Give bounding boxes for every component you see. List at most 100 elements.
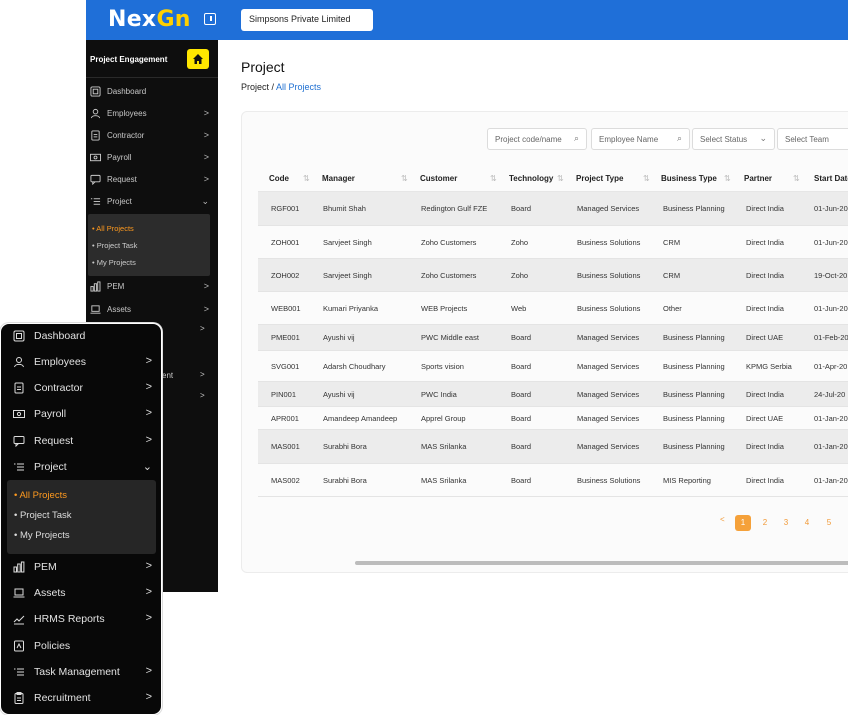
payroll-icon — [13, 410, 25, 418]
table-row[interactable]: PME001 Ayushi vij PWC Middle east Board Mana… — [258, 325, 848, 351]
table-row[interactable]: SVG001 Adarsh Choudhary Sports vision Board… — [258, 351, 848, 382]
breadcrumb: Project / All Projects — [241, 82, 321, 92]
breadcrumb-current[interactable]: All Projects — [276, 82, 321, 92]
column-header-partner[interactable]: Partner — [744, 174, 772, 183]
cell-project-type: Business Solutions — [577, 270, 641, 280]
table-row[interactable]: PIN001 Ayushi vij PWC India Board Managed Se… — [258, 382, 848, 407]
home-button[interactable] — [187, 49, 209, 69]
sidebar-item-contractor[interactable]: Contractor > — [86, 127, 218, 145]
cell-customer: Sports vision — [421, 361, 464, 371]
submenu-project-task[interactable]: • Project Task — [92, 241, 137, 250]
sort-icon[interactable]: ⇅ — [303, 174, 310, 183]
cell-start-date: 01-Feb-20 — [814, 333, 848, 342]
column-header-business-type[interactable]: Business Type — [661, 174, 717, 183]
cell-technology: Zoho — [511, 237, 529, 247]
menu-item-employees[interactable]: Employees > — [1, 351, 161, 373]
sidebar-item-dashboard[interactable]: Dashboard — [86, 83, 218, 101]
cell-customer: WEB Projects — [421, 303, 468, 313]
menu-item-label: Recruitment — [34, 692, 91, 704]
page-button[interactable]: 5 — [821, 515, 837, 531]
menu-item-request[interactable]: Request > — [1, 430, 161, 452]
cell-manager: Ayushi vij — [323, 333, 355, 342]
nexgn-logo[interactable]: NexGn — [108, 7, 191, 32]
sort-icon[interactable]: ⇅ — [401, 174, 408, 183]
cell-technology: Board — [511, 475, 532, 485]
search-icon: ⌕ — [676, 133, 682, 143]
sort-icon[interactable]: ⇅ — [643, 174, 650, 183]
cell-manager: Kumari Priyanka — [323, 303, 379, 313]
menu-item-pem[interactable]: PEM > — [1, 556, 161, 578]
chevron-right-icon: > — [145, 434, 152, 446]
menu-item-label: HRMS Reports — [34, 613, 105, 625]
table-row[interactable]: MAS001 Surabhi Bora MAS Srilanka Board Manag… — [258, 430, 848, 464]
column-header-customer[interactable]: Customer — [420, 174, 457, 183]
cell-project-type: Managed Services — [577, 204, 640, 213]
column-header-code[interactable]: Code — [269, 174, 289, 183]
sidebar-item-employees[interactable]: Employees > — [86, 105, 218, 123]
table-row[interactable]: APR001 Amandeep Amandeep Apprel Group Board… — [258, 407, 848, 430]
column-header-project-type[interactable]: Project Type — [576, 174, 623, 183]
menu-item-project[interactable]: Project ⌄ — [1, 456, 161, 478]
sidebar-item-assets[interactable]: Assets > — [86, 301, 218, 319]
menu-item-assets[interactable]: Assets > — [1, 582, 161, 604]
sort-icon[interactable]: ⇅ — [490, 174, 497, 183]
page-button[interactable]: 4 — [799, 515, 815, 531]
horizontal-scrollbar[interactable] — [355, 561, 848, 565]
column-header-start-date[interactable]: Start Date — [814, 174, 848, 183]
cell-partner: Direct UAE — [746, 413, 784, 423]
sidebar-item-label: Employees — [107, 109, 147, 118]
cell-technology: Web — [511, 303, 527, 313]
submenu-my-projects[interactable]: • My Projects — [92, 258, 136, 267]
table-row[interactable]: ZOH002 Sarvjeet Singh Zoho Customers Zoho Bu… — [258, 259, 848, 292]
submenu-all-projects[interactable]: • All Projects — [14, 490, 67, 501]
menu-item-task-management[interactable]: Task Management > — [1, 661, 161, 683]
column-header-manager[interactable]: Manager — [322, 174, 355, 183]
table-header: Code ⇅ Manager ⇅ Customer ⇅ Technology ⇅… — [258, 164, 848, 192]
column-header-technology[interactable]: Technology — [509, 174, 553, 183]
sort-icon[interactable]: ⇅ — [557, 174, 564, 183]
menu-item-contractor[interactable]: Contractor > — [1, 377, 161, 399]
dashboard-icon — [13, 330, 25, 342]
menu-item-dashboard[interactable]: Dashboard — [1, 325, 161, 347]
sort-icon[interactable]: ⇅ — [724, 174, 731, 183]
table-row[interactable]: MAS002 Surabhi Bora MAS Srilanka Board Busin… — [258, 464, 848, 497]
sidebar-item-label: Contractor — [107, 131, 145, 140]
cell-technology: Board — [511, 204, 532, 213]
chevron-right-icon: > — [203, 281, 209, 291]
menu-item-label: Task Management — [34, 666, 120, 678]
prev-page-button[interactable]: < — [720, 515, 725, 531]
chevron-right-icon: > — [200, 391, 205, 400]
status-select[interactable]: Select Status ⌄ — [692, 128, 775, 150]
menu-item-policies[interactable]: Policies — [1, 635, 161, 657]
list-icon — [90, 198, 101, 205]
menu-item-recruitment[interactable]: Recruitment > — [1, 687, 161, 709]
page-button[interactable]: 3 — [778, 515, 794, 531]
cell-start-date: 01-Jun-20 — [814, 237, 848, 247]
menu-item-hrms-reports[interactable]: HRMS Reports > — [1, 608, 161, 630]
sidebar-collapse-icon[interactable] — [204, 13, 216, 25]
submenu-project-task[interactable]: • Project Task — [14, 510, 72, 521]
cell-partner: Direct India — [746, 204, 784, 213]
table-row[interactable]: RGF001 Bhumit Shah Redington Gulf FZE Board… — [258, 192, 848, 226]
submenu-label: Project Task — [19, 510, 72, 521]
chevron-right-icon: > — [145, 560, 152, 572]
sort-icon[interactable]: ⇅ — [793, 174, 800, 183]
project-code-search[interactable]: Project code/name ⌕ — [487, 128, 587, 150]
breadcrumb-root[interactable]: Project / — [241, 82, 276, 92]
employee-search[interactable]: Employee Name ⌕ — [591, 128, 690, 150]
sidebar-item-payroll[interactable]: Payroll > — [86, 149, 218, 167]
cell-business-type: Business Planning — [663, 361, 725, 371]
sidebar-item-request[interactable]: Request > — [86, 171, 218, 189]
submenu-all-projects[interactable]: • All Projects — [92, 224, 134, 233]
sidebar-item-pem[interactable]: PEM > — [86, 278, 218, 296]
page-button[interactable]: 1 — [735, 515, 751, 531]
table-row[interactable]: ZOH001 Sarvjeet Singh Zoho Customers Zoho Bu… — [258, 226, 848, 259]
table-row[interactable]: WEB001 Kumari Priyanka WEB Projects Web Busi… — [258, 292, 848, 325]
company-selector[interactable]: Simpsons Private Limited — [241, 9, 373, 31]
team-select[interactable]: Select Team ⌄ — [777, 128, 848, 150]
page-button[interactable]: 2 — [757, 515, 773, 531]
sidebar-item-project[interactable]: Project ⌄ — [86, 193, 218, 211]
menu-item-payroll[interactable]: Payroll > — [1, 403, 161, 425]
sidebar-item-label: PEM — [107, 282, 125, 291]
submenu-my-projects[interactable]: • My Projects — [14, 530, 70, 541]
